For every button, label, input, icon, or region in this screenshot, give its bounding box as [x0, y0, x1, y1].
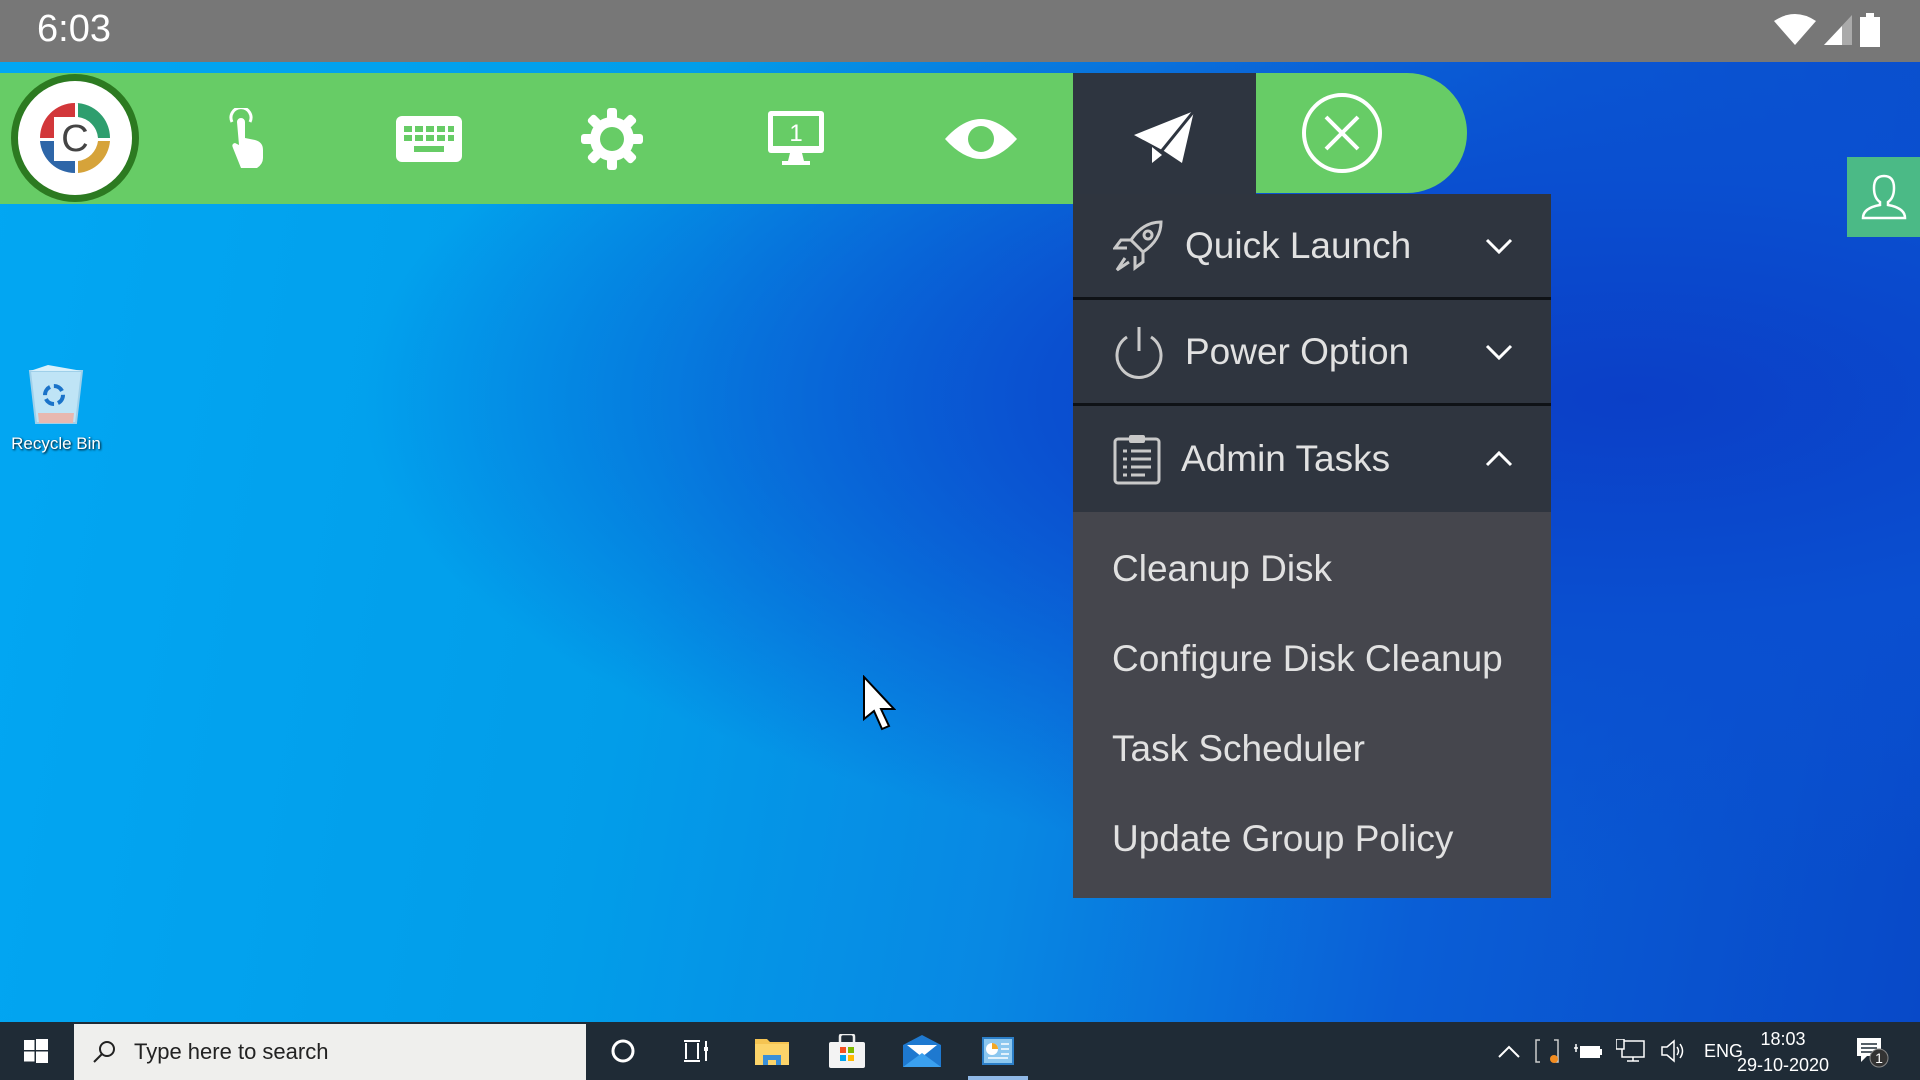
menu-section-label: Quick Launch	[1185, 224, 1412, 266]
gear-icon	[580, 107, 643, 170]
keyboard-button[interactable]	[363, 73, 494, 204]
menu-section-label: Admin Tasks	[1181, 438, 1391, 479]
status-time: 6:03	[37, 8, 111, 50]
app-logo-icon: C	[40, 103, 110, 174]
android-status-bar: 6:03	[0, 0, 1920, 62]
user-icon	[1861, 174, 1906, 220]
store-button[interactable]	[811, 1022, 883, 1080]
network-icon[interactable]	[1616, 1039, 1646, 1063]
action-center-button[interactable]: 1	[1836, 1022, 1908, 1080]
view-button[interactable]	[915, 73, 1046, 204]
logo-letter: C	[61, 118, 88, 160]
show-hidden-icons-chevron-icon[interactable]	[1498, 1044, 1520, 1058]
power-icon	[1115, 326, 1163, 379]
chevron-down-icon	[1485, 238, 1513, 254]
tray-app-icon[interactable]	[1534, 1038, 1560, 1064]
remote-app-button[interactable]	[962, 1022, 1034, 1080]
cortana-icon	[611, 1039, 635, 1063]
cell-signal-icon	[1824, 15, 1852, 45]
admin-tasks-submenu: Cleanup Disk Configure Disk Cleanup Task…	[1073, 512, 1551, 898]
monitor-badge: 1	[789, 120, 802, 147]
recycle-bin-icon	[28, 365, 84, 424]
remote-app-icon	[982, 1037, 1014, 1065]
windows-taskbar: Type here to search ENG 18:03 29-10-2020…	[0, 1022, 1920, 1080]
touch-button[interactable]	[180, 73, 311, 204]
send-menu: Quick Launch Power Option Admin Tasks Cl…	[1073, 194, 1551, 898]
settings-button[interactable]	[546, 73, 677, 204]
task-view-icon	[684, 1040, 708, 1062]
notification-count: 1	[1875, 1050, 1883, 1066]
clock-date: 29-10-2020	[1736, 1055, 1830, 1075]
desktop	[0, 62, 1920, 1022]
windows-logo-icon	[24, 1039, 48, 1063]
monitor-button[interactable]: 1	[730, 73, 861, 204]
active-app-indicator	[968, 1076, 1028, 1080]
task-view-button[interactable]	[660, 1022, 732, 1080]
remote-toolbar	[0, 73, 1073, 204]
close-circle-icon	[1301, 93, 1382, 173]
file-explorer-icon	[755, 1039, 789, 1065]
system-tray: ENG	[1498, 1022, 1743, 1080]
battery-power-icon[interactable]	[1574, 1042, 1602, 1060]
clipboard-icon	[1113, 435, 1161, 485]
monitor-icon: 1	[767, 110, 824, 165]
touch-hand-icon	[229, 107, 263, 168]
keyboard-icon	[395, 115, 462, 162]
menu-item-cleanup-disk[interactable]: Cleanup Disk	[1073, 524, 1551, 614]
chevron-up-icon	[1485, 451, 1513, 467]
battery-icon	[1860, 13, 1880, 47]
start-button[interactable]	[0, 1022, 72, 1080]
search-placeholder: Type here to search	[134, 1039, 329, 1064]
mouse-cursor-icon	[863, 675, 896, 731]
close-toolbar-button[interactable]	[1256, 73, 1467, 193]
notification-icon: 1	[1857, 1038, 1889, 1068]
desktop-icon-recycle-bin[interactable]: Recycle Bin	[8, 365, 104, 454]
menu-item-update-group-policy[interactable]: Update Group Policy	[1073, 794, 1551, 884]
volume-icon[interactable]	[1660, 1039, 1686, 1063]
menu-section-quick-launch[interactable]: Quick Launch	[1073, 194, 1551, 300]
desktop-icon-label: Recycle Bin	[11, 434, 101, 453]
user-button[interactable]	[1847, 157, 1920, 237]
file-explorer-button[interactable]	[736, 1022, 808, 1080]
menu-item-task-scheduler[interactable]: Task Scheduler	[1073, 704, 1551, 794]
menu-section-admin-tasks[interactable]: Admin Tasks	[1073, 406, 1551, 512]
chevron-down-icon	[1485, 344, 1513, 360]
mail-button[interactable]	[886, 1022, 958, 1080]
send-button[interactable]	[1073, 73, 1256, 204]
mail-icon	[903, 1035, 941, 1067]
search-icon	[93, 1041, 115, 1063]
wifi-icon	[1774, 14, 1816, 45]
clock-time: 18:03	[1760, 1029, 1806, 1049]
app-logo-button[interactable]: C	[11, 74, 139, 202]
taskbar-search-box[interactable]: Type here to search	[74, 1024, 586, 1080]
cortana-button[interactable]	[587, 1022, 659, 1080]
menu-section-power-option[interactable]: Power Option	[1073, 300, 1551, 406]
eye-icon	[944, 118, 1017, 159]
rocket-icon	[1113, 219, 1163, 271]
menu-item-configure-disk-cleanup[interactable]: Configure Disk Cleanup	[1073, 614, 1551, 704]
menu-section-label: Power Option	[1185, 330, 1410, 372]
taskbar-clock[interactable]: 18:03 29-10-2020	[1730, 1026, 1836, 1078]
store-icon	[829, 1034, 865, 1068]
paper-plane-icon	[1133, 110, 1195, 163]
